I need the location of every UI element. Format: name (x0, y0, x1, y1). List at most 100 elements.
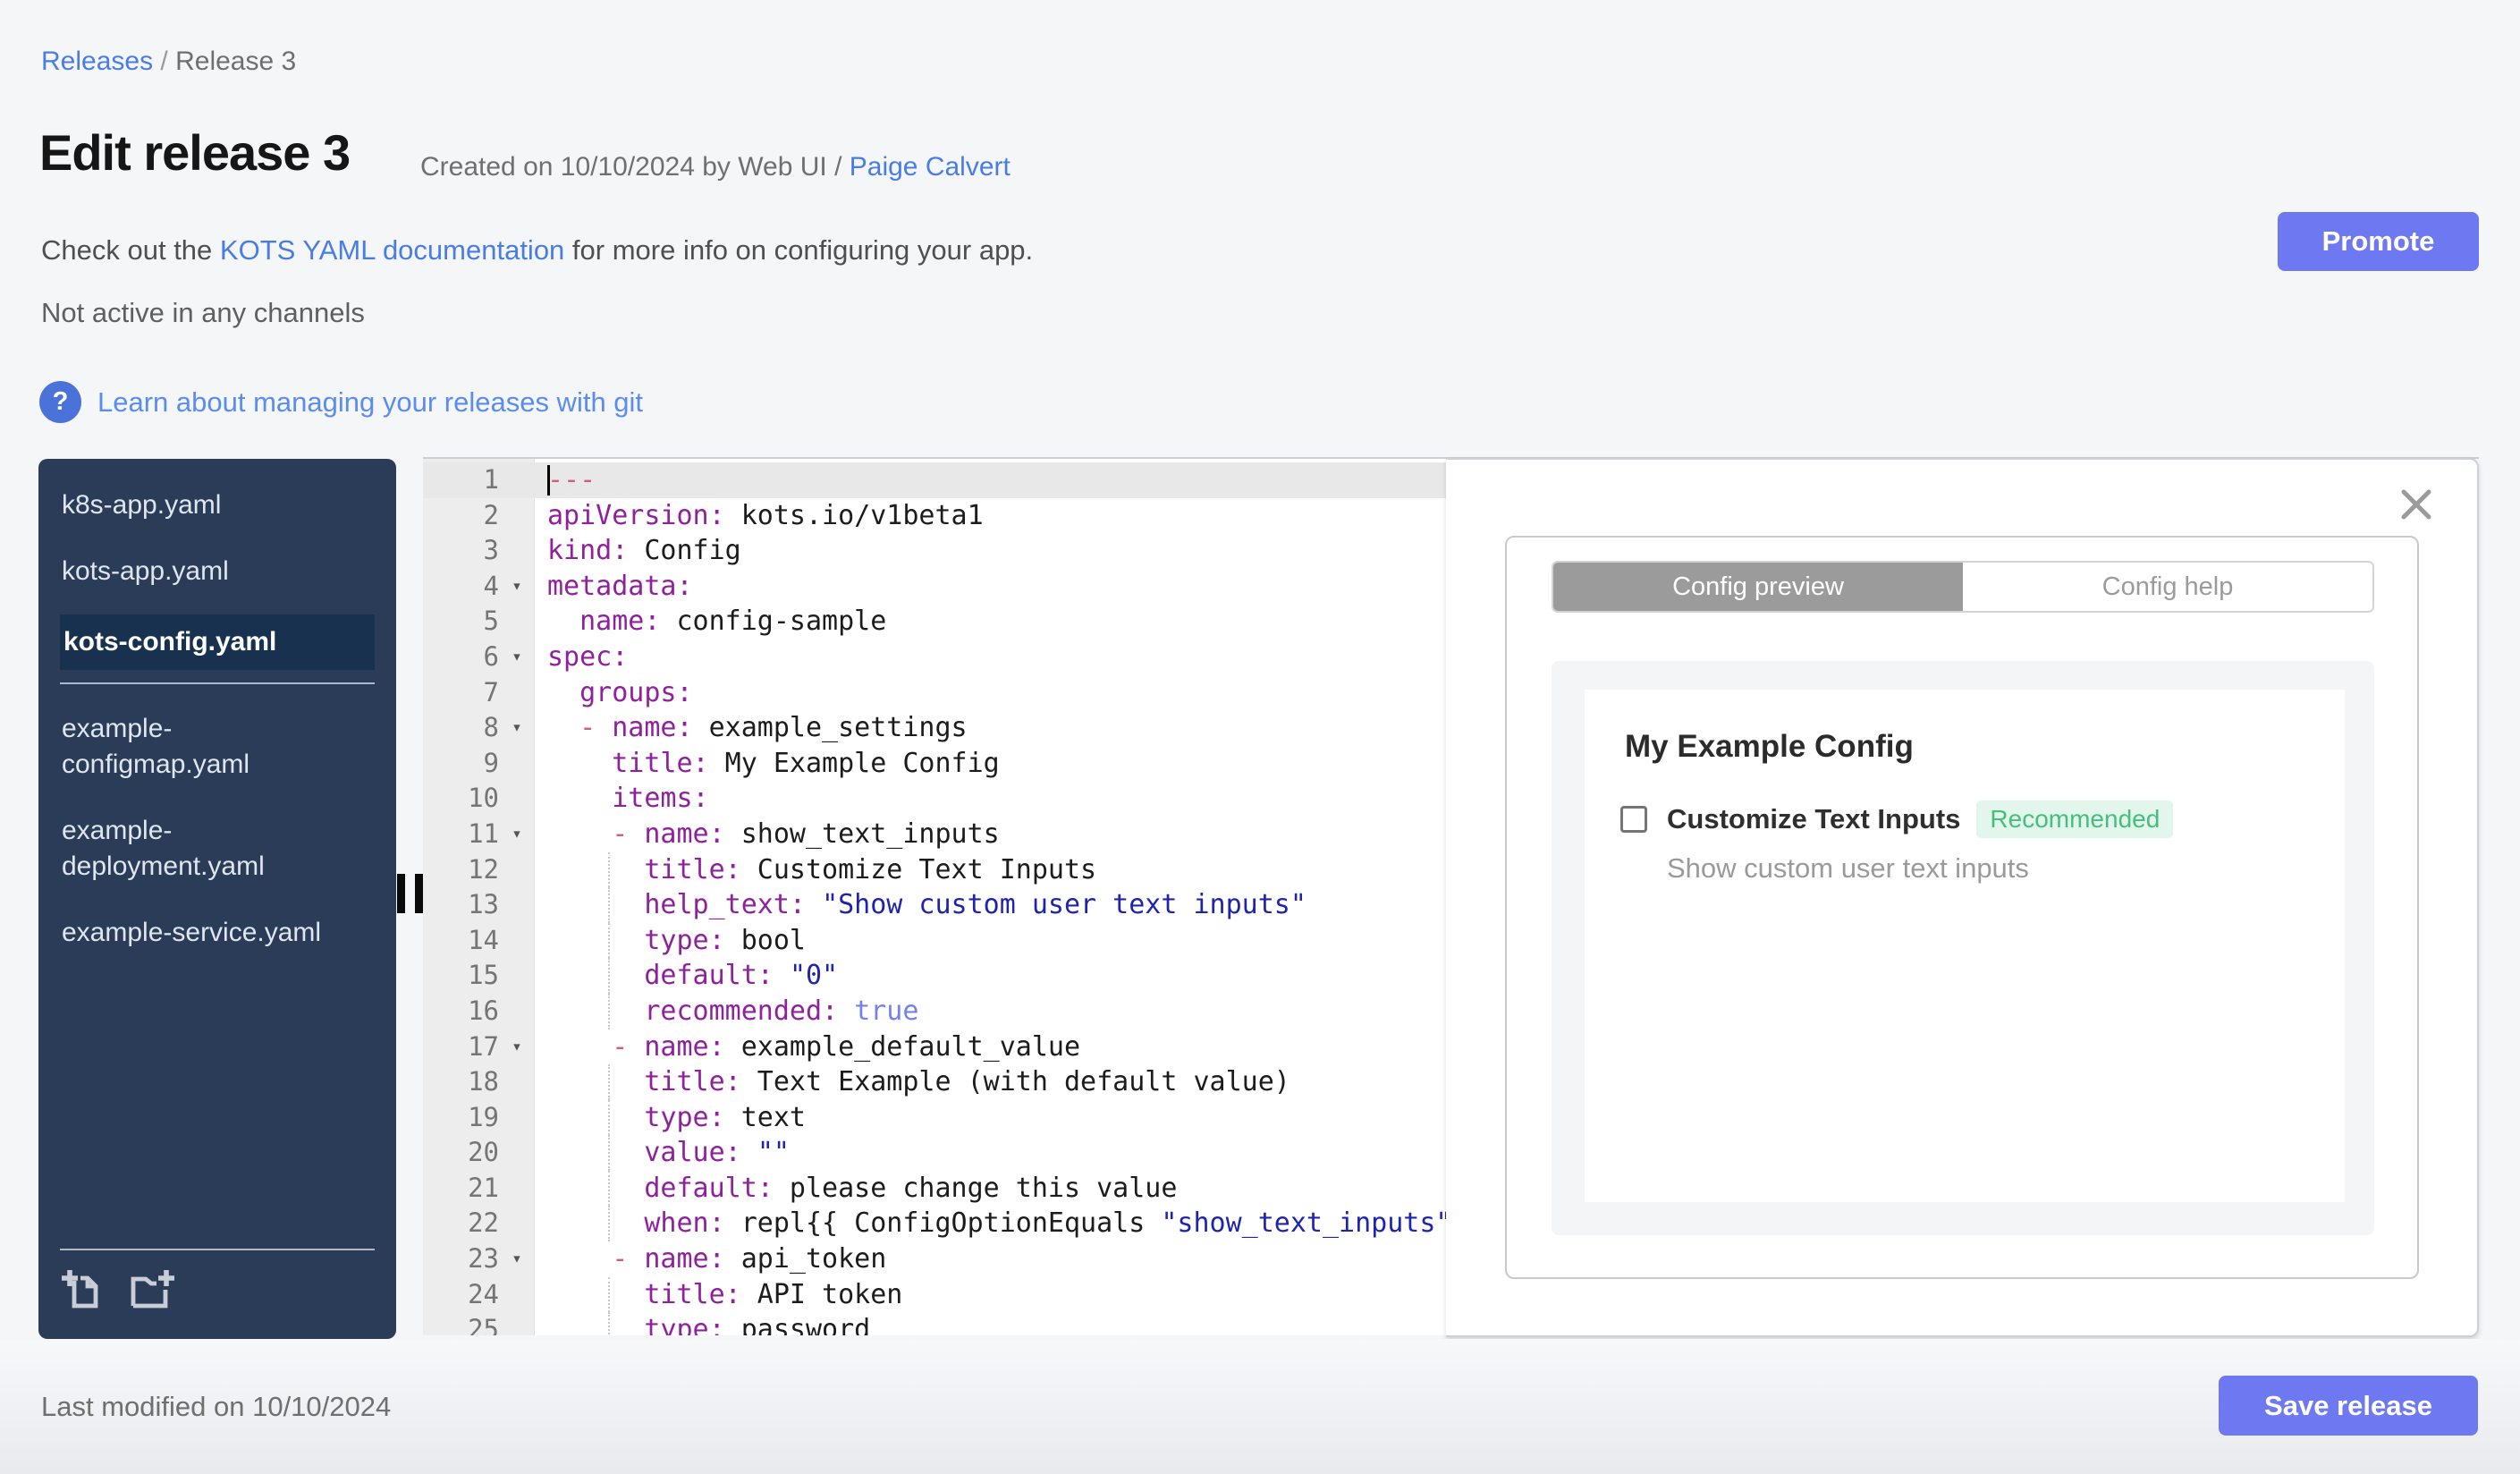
gutter-cell: 12 (423, 852, 535, 888)
gutter-cell: 21 (423, 1171, 535, 1207)
customize-text-inputs-checkbox[interactable] (1620, 806, 1647, 833)
code-line-16[interactable]: 16 recommended: true (423, 993, 1446, 1029)
line-number: 14 (468, 924, 499, 955)
code-line-6[interactable]: 6 ▾ spec: (423, 640, 1446, 675)
question-mark-icon: ? (39, 381, 81, 423)
promote-button[interactable]: Promote (2278, 212, 2479, 271)
add-folder-icon[interactable] (128, 1266, 176, 1319)
file-item-example-deployment-yaml[interactable]: example-deployment.yaml (60, 808, 375, 890)
code-line-14[interactable]: 14 type: bool (423, 922, 1446, 959)
code-line-11[interactable]: 11 ▾ - name: show_text_inputs (423, 817, 1446, 852)
indent-guide (608, 1135, 610, 1171)
code-text: title: My Example Config (535, 746, 999, 782)
fold-arrow-icon[interactable]: ▾ (499, 817, 535, 852)
code-text: help_text: "Show custom user text inputs… (535, 887, 1307, 923)
gutter-cell: 20 (423, 1135, 535, 1171)
save-release-button[interactable]: Save release (2219, 1376, 2478, 1436)
code-line-24[interactable]: 24 title: API token (423, 1276, 1446, 1313)
fold-arrow-icon[interactable]: ▾ (499, 1241, 535, 1277)
file-item-kots-app-yaml[interactable]: kots-app.yaml (60, 548, 375, 595)
file-name-text: example- (62, 816, 173, 845)
docs-suffix: for more info on configuring your app. (564, 234, 1034, 266)
code-text: - name: example_default_value (535, 1029, 1080, 1065)
code-line-23[interactable]: 23 ▾ - name: api_token (423, 1241, 1446, 1277)
code-line-20[interactable]: 20 value: "" (423, 1135, 1446, 1171)
code-line-17[interactable]: 17 ▾ - name: example_default_value (423, 1029, 1446, 1065)
line-number: 18 (468, 1066, 499, 1097)
token-plain: kots.io/v1beta1 (724, 499, 984, 531)
code-text: title: Text Example (with default value) (535, 1064, 1290, 1100)
close-icon[interactable] (2397, 485, 2436, 524)
token-str: "show_text_inputs" (1161, 1207, 1446, 1240)
token-key: type: (644, 1101, 725, 1133)
file-item-k8s-app-yaml[interactable]: k8s-app.yaml (60, 482, 375, 529)
fold-arrow-icon[interactable]: ▾ (499, 640, 535, 675)
code-line-4[interactable]: 4 ▾ metadata: (423, 569, 1446, 605)
file-item-example-service-yaml[interactable]: example-service.yaml (60, 910, 375, 956)
code-line-18[interactable]: 18 title: Text Example (with default val… (423, 1064, 1446, 1100)
code-line-1[interactable]: 1 --- (423, 462, 1446, 498)
author-link[interactable]: Paige Calvert (850, 152, 1011, 182)
line-number: 16 (468, 995, 499, 1026)
line-number: 13 (468, 889, 499, 920)
line-number: 23 (468, 1243, 499, 1275)
tab-config-help[interactable]: Config help (1963, 563, 2372, 611)
code-text: title: Customize Text Inputs (535, 852, 1096, 888)
git-help-row[interactable]: ? Learn about managing your releases wit… (39, 381, 643, 423)
code-line-2[interactable]: 2 apiVersion: kots.io/v1beta1 (423, 498, 1446, 534)
token-str: "0" (789, 960, 839, 992)
tab-config-preview[interactable]: Config preview (1553, 563, 1963, 611)
file-tree-footer-divider (60, 1249, 375, 1250)
code-text: value: "" (535, 1135, 790, 1171)
token-plain: api_token (724, 1243, 887, 1275)
fold-arrow-icon[interactable]: ▾ (499, 710, 535, 746)
breadcrumb-releases-link[interactable]: Releases (41, 47, 153, 76)
config-group-title: My Example Config (1625, 729, 1914, 764)
code-line-9[interactable]: 9 title: My Example Config (423, 746, 1446, 782)
fold-arrow-icon[interactable]: ▾ (499, 1029, 535, 1065)
line-number: 22 (468, 1207, 499, 1239)
code-line-13[interactable]: 13 help_text: "Show custom user text inp… (423, 887, 1446, 923)
code-text: when: repl{{ ConfigOptionEquals "show_te… (535, 1206, 1446, 1241)
git-releases-link[interactable]: Learn about managing your releases with … (97, 386, 643, 419)
code-line-5[interactable]: 5 name: config-sample (423, 604, 1446, 640)
token-plain: repl{{ ConfigOptionEquals (724, 1207, 1162, 1240)
code-text: default: "0" (535, 958, 838, 994)
file-name-text: deployment.yaml (62, 851, 265, 881)
code-line-12[interactable]: 12 title: Customize Text Inputs (423, 851, 1446, 888)
code-line-15[interactable]: 15 default: "0" (423, 958, 1446, 994)
gutter-cell: 5 (423, 604, 535, 640)
code-line-7[interactable]: 7 groups: (423, 675, 1446, 711)
code-line-3[interactable]: 3 kind: Config (423, 533, 1446, 569)
code-line-10[interactable]: 10 items: (423, 781, 1446, 817)
token-key: name: (644, 1243, 725, 1275)
kots-yaml-docs-link[interactable]: KOTS YAML documentation (220, 234, 564, 266)
code-line-22[interactable]: 22 when: repl{{ ConfigOptionEquals "show… (423, 1206, 1446, 1242)
file-item-example-configmap-yaml[interactable]: example-configmap.yaml (60, 706, 375, 788)
code-line-19[interactable]: 19 type: text (423, 1099, 1446, 1136)
token-key: type: (644, 924, 725, 956)
code-line-25[interactable]: 25 type: password (423, 1312, 1446, 1335)
token-dash: - (612, 1243, 645, 1275)
gutter-cell: 8 ▾ (423, 710, 535, 746)
fold-arrow-icon[interactable]: ▾ (499, 569, 535, 605)
token-key: title: (644, 1066, 741, 1098)
code-line-8[interactable]: 8 ▾ - name: example_settings (423, 710, 1446, 746)
code-line-21[interactable]: 21 default: please change this value (423, 1170, 1446, 1207)
add-file-icon[interactable] (60, 1266, 108, 1319)
yaml-code-editor[interactable]: 1 --- 2 apiVersion: kots.io/v1beta1 3 kind: C… (423, 459, 1446, 1335)
line-number: 4 (483, 570, 499, 601)
file-item-kots-config-yaml[interactable]: kots-config.yaml (60, 614, 375, 670)
resize-bar (397, 874, 405, 913)
token-dash: - (612, 1030, 645, 1063)
file-tree-divider (60, 682, 375, 684)
